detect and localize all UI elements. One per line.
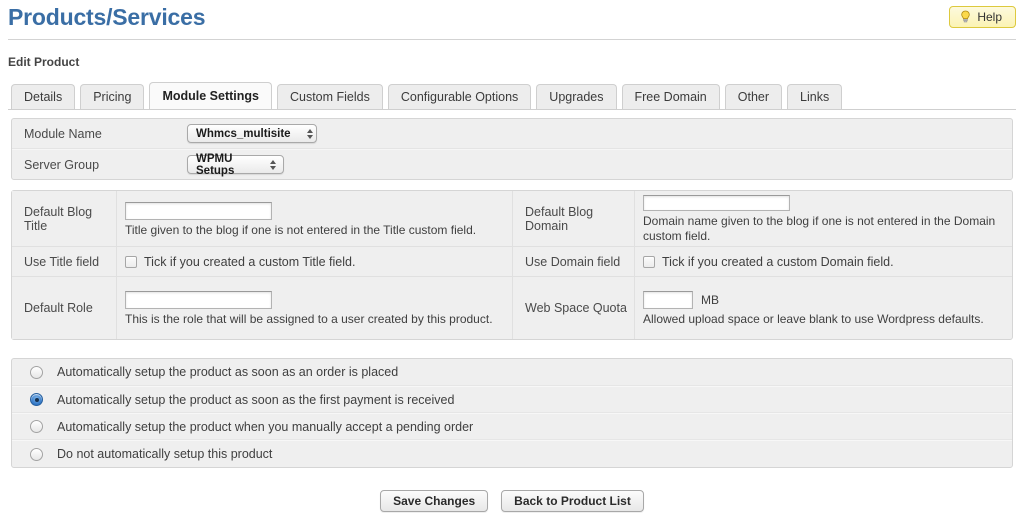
tab-pricing[interactable]: Pricing — [80, 84, 145, 110]
edit-product-subtitle: Edit Product — [8, 55, 80, 69]
tab-configurable-options[interactable]: Configurable Options — [387, 84, 532, 110]
tab-details[interactable]: Details — [11, 84, 76, 110]
tab-upgrades[interactable]: Upgrades — [536, 84, 617, 110]
auto-setup-option-label: Automatically setup the product as soon … — [57, 365, 399, 379]
tab-bar: Details Pricing Module Settings Custom F… — [11, 82, 843, 110]
web-space-quota-input[interactable] — [643, 291, 693, 309]
use-title-field-checkbox[interactable] — [125, 255, 137, 268]
auto-setup-option-first-payment[interactable]: Automatically setup the product as soon … — [12, 386, 1012, 413]
web-space-quota-row: Web Space Quota MB Allowed upload space … — [513, 277, 1012, 339]
server-group-value: WPMU Setups — [196, 152, 235, 177]
stepper-arrows-icon — [301, 128, 316, 139]
module-settings-panel: Module Name Whmcs_multisite Server Group… — [11, 118, 1013, 180]
radio-manual-accept[interactable] — [30, 420, 43, 433]
radio-order-placed[interactable] — [30, 365, 43, 379]
default-blog-domain-label: Default Blog Domain — [513, 191, 635, 246]
default-role-label: Default Role — [12, 277, 117, 339]
default-role-hint: This is the role that will be assigned t… — [125, 312, 493, 326]
fields-column-right: Default Blog Domain Domain name given to… — [512, 191, 1012, 339]
radio-no-auto-setup[interactable] — [30, 447, 43, 461]
server-group-select[interactable]: WPMU Setups — [187, 152, 284, 177]
tab-other[interactable]: Other — [724, 84, 783, 110]
default-blog-title-label: Default Blog Title — [12, 191, 117, 246]
module-name-value: Whmcs_multisite — [196, 127, 291, 140]
use-domain-field-label: Use Domain field — [513, 247, 635, 276]
module-name-select[interactable]: Whmcs_multisite — [187, 124, 317, 143]
tab-links[interactable]: Links — [787, 84, 843, 110]
auto-setup-panel: Automatically setup the product as soon … — [11, 358, 1013, 468]
save-changes-button[interactable]: Save Changes — [380, 490, 489, 512]
page-title: Products/Services — [8, 4, 206, 30]
default-role-row: Default Role This is the role that will … — [12, 277, 512, 339]
auto-setup-option-label: Do not automatically setup this product — [57, 447, 273, 461]
lightbulb-icon — [961, 10, 971, 23]
auto-setup-option-label: Automatically setup the product when you… — [57, 419, 474, 434]
module-name-label: Module Name — [24, 126, 102, 141]
radio-first-payment[interactable] — [30, 393, 43, 406]
use-title-field-checkbox-label: Tick if you created a custom Title field… — [144, 254, 356, 269]
back-to-product-list-button[interactable]: Back to Product List — [501, 490, 644, 512]
default-role-input[interactable] — [125, 291, 272, 309]
module-name-row: Module Name Whmcs_multisite — [12, 119, 1012, 149]
use-domain-field-row: Use Domain field Tick if you created a c… — [513, 247, 1012, 277]
default-blog-title-hint: Title given to the blog if one is not en… — [125, 222, 477, 237]
web-space-quota-hint: Allowed upload space or leave blank to u… — [643, 312, 984, 326]
fields-column-left: Default Blog Title Title given to the bl… — [12, 191, 512, 339]
default-blog-domain-hint: Domain name given to the blog if one is … — [643, 214, 996, 243]
server-group-label: Server Group — [24, 157, 100, 172]
auto-setup-option-order-placed[interactable]: Automatically setup the product as soon … — [12, 359, 1012, 386]
auto-setup-option-none[interactable]: Do not automatically setup this product — [12, 440, 1012, 467]
tab-custom-fields[interactable]: Custom Fields — [276, 84, 383, 110]
default-blog-title-input[interactable] — [125, 201, 272, 220]
footer-actions: Save Changes Back to Product List — [0, 490, 1024, 512]
page-root: Products/Services Help Edit Product Deta… — [0, 0, 1024, 513]
auto-setup-option-label: Automatically setup the product as soon … — [57, 392, 455, 407]
tab-underline — [8, 109, 1016, 110]
use-title-field-row: Use Title field Tick if you created a cu… — [12, 247, 512, 277]
default-blog-domain-input[interactable] — [643, 195, 790, 211]
use-domain-field-checkbox[interactable] — [643, 255, 655, 268]
help-label: Help — [977, 10, 1002, 24]
default-blog-title-row: Default Blog Title Title given to the bl… — [12, 191, 512, 247]
help-button[interactable]: Help — [949, 6, 1016, 28]
use-title-field-label: Use Title field — [12, 247, 117, 276]
tab-free-domain[interactable]: Free Domain — [621, 84, 720, 110]
default-blog-domain-row: Default Blog Domain Domain name given to… — [513, 191, 1012, 247]
module-fields-panel: Default Blog Title Title given to the bl… — [11, 190, 1013, 340]
web-space-quota-unit: MB — [701, 293, 719, 307]
auto-setup-option-manual-accept[interactable]: Automatically setup the product when you… — [12, 413, 1012, 440]
web-space-quota-label: Web Space Quota — [513, 277, 635, 339]
tab-module-settings[interactable]: Module Settings — [149, 82, 272, 110]
server-group-row: Server Group WPMU Setups — [12, 149, 1012, 179]
use-domain-field-checkbox-label: Tick if you created a custom Domain fiel… — [662, 254, 894, 269]
header-divider — [8, 39, 1016, 40]
stepper-arrows-icon — [264, 159, 279, 170]
